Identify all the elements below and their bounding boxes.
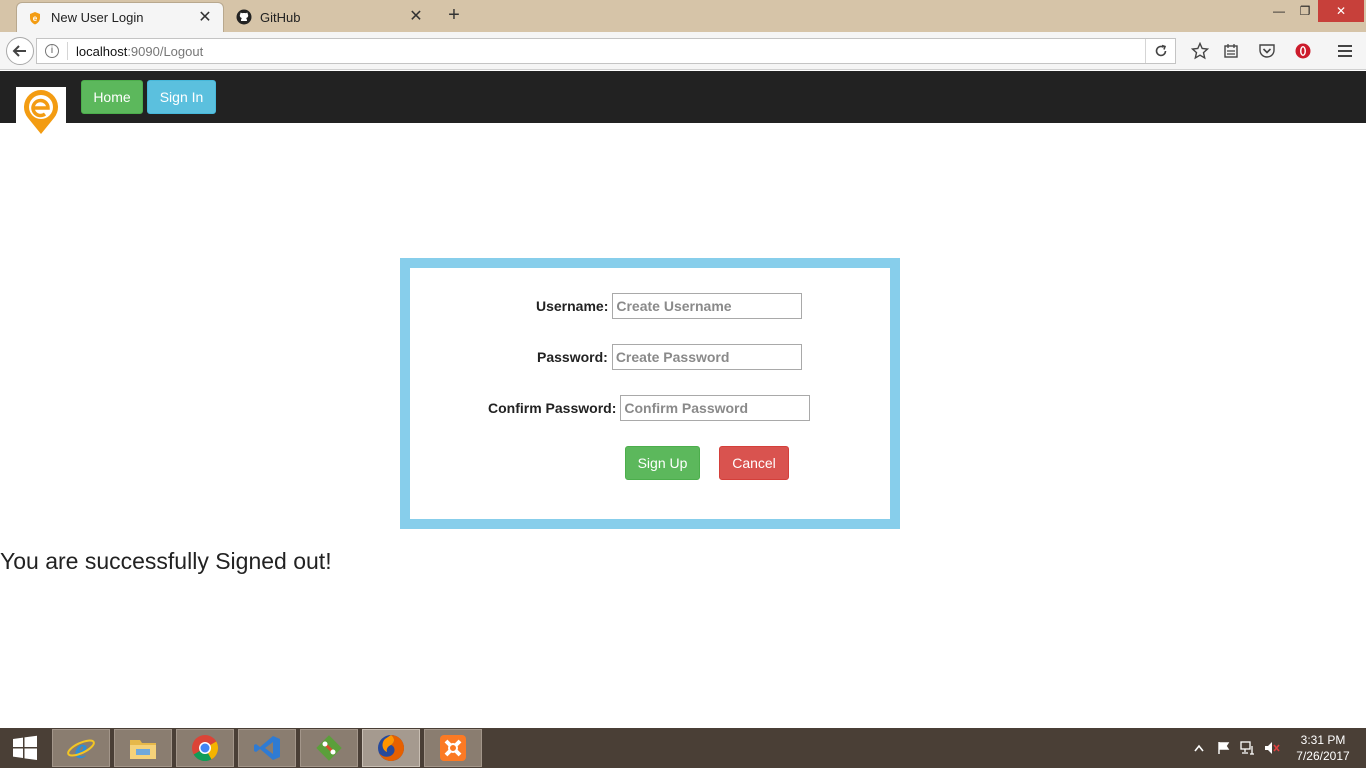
logo-pin-icon bbox=[24, 90, 58, 134]
new-tab-button[interactable]: + bbox=[442, 4, 466, 28]
home-button[interactable]: Home bbox=[81, 80, 143, 114]
firefox-icon bbox=[378, 735, 404, 761]
start-button[interactable] bbox=[0, 728, 50, 768]
taskbar-firefox[interactable] bbox=[362, 729, 420, 767]
svg-text:e: e bbox=[33, 14, 38, 23]
bookmark-star-icon[interactable] bbox=[1190, 41, 1210, 61]
taskbar-file-explorer[interactable] bbox=[114, 729, 172, 767]
password-label: Password: bbox=[537, 349, 608, 365]
confirm-password-row: Confirm Password: bbox=[488, 395, 811, 421]
taskbar-internet-explorer[interactable]: e bbox=[52, 729, 110, 767]
hamburger-menu-icon[interactable] bbox=[1335, 41, 1355, 61]
info-icon[interactable]: i bbox=[45, 44, 59, 58]
internet-explorer-icon: e bbox=[67, 734, 95, 763]
xampp-icon bbox=[440, 735, 466, 761]
password-row: Password: bbox=[537, 344, 802, 370]
url-path: :9090/Logout bbox=[127, 43, 204, 59]
tab-title: GitHub bbox=[260, 9, 301, 25]
password-input[interactable] bbox=[611, 344, 802, 370]
git-icon bbox=[316, 735, 342, 761]
opera-icon[interactable] bbox=[1293, 41, 1313, 61]
taskbar-visual-studio[interactable] bbox=[238, 729, 296, 767]
tab-github[interactable]: GitHub ✕ bbox=[226, 2, 434, 32]
window-close-button[interactable]: ✕ bbox=[1318, 0, 1364, 22]
tab-new-user-login[interactable]: e New User Login ✕ bbox=[16, 2, 224, 32]
cancel-button[interactable]: Cancel bbox=[719, 446, 789, 480]
signed-out-message: You are successfully Signed out! bbox=[0, 548, 332, 574]
tab-title: New User Login bbox=[51, 10, 144, 25]
sign-up-button[interactable]: Sign Up bbox=[625, 446, 700, 480]
network-icon[interactable] bbox=[1238, 728, 1258, 768]
pocket-icon[interactable] bbox=[1257, 41, 1277, 61]
file-explorer-icon bbox=[130, 740, 156, 759]
username-input[interactable] bbox=[612, 293, 803, 319]
volume-muted-icon[interactable] bbox=[1262, 728, 1282, 768]
action-center-flag-icon[interactable] bbox=[1214, 728, 1234, 768]
reading-list-icon[interactable] bbox=[1221, 41, 1241, 61]
windows-taskbar: e 3:31 PM 7/26/2017 bbox=[0, 728, 1366, 768]
url-separator bbox=[67, 42, 68, 60]
site-header: Home Sign In bbox=[0, 71, 1366, 137]
back-button[interactable] bbox=[6, 37, 34, 65]
site-logo[interactable] bbox=[16, 87, 66, 137]
reload-button[interactable] bbox=[1145, 39, 1175, 63]
browser-tab-bar: e New User Login ✕ GitHub ✕ + — ❐ ✕ bbox=[0, 0, 1366, 32]
username-row: Username: bbox=[536, 293, 803, 319]
svg-text:e: e bbox=[75, 734, 87, 763]
signup-form-card: Username: Password: Confirm Password: Si… bbox=[400, 258, 900, 529]
confirm-password-input[interactable] bbox=[620, 395, 811, 421]
chrome-icon bbox=[192, 735, 219, 762]
url-host: localhost bbox=[76, 43, 128, 59]
clock-time: 3:31 PM bbox=[1300, 733, 1346, 747]
visual-studio-icon bbox=[254, 736, 280, 760]
windows-logo-icon bbox=[13, 735, 37, 760]
clock-date: 7/26/2017 bbox=[1296, 749, 1350, 763]
github-icon bbox=[236, 9, 252, 25]
taskbar-clock[interactable]: 3:31 PM 7/26/2017 bbox=[1290, 732, 1356, 764]
reload-icon bbox=[1155, 44, 1166, 57]
restore-button[interactable]: ❐ bbox=[1288, 0, 1322, 22]
tab-favicon-icon: e bbox=[27, 10, 43, 26]
confirm-password-label: Confirm Password: bbox=[488, 400, 617, 416]
arrow-left-icon bbox=[12, 45, 26, 57]
sign-in-button[interactable]: Sign In bbox=[147, 80, 216, 114]
taskbar-chrome[interactable] bbox=[176, 729, 234, 767]
tab-close-icon[interactable]: ✕ bbox=[408, 9, 424, 25]
tab-close-icon[interactable]: ✕ bbox=[197, 9, 213, 26]
username-label: Username: bbox=[536, 298, 609, 314]
browser-nav-bar: i localhost:9090/Logout bbox=[0, 32, 1366, 70]
tray-show-hidden-icon[interactable] bbox=[1192, 728, 1206, 768]
taskbar-git[interactable] bbox=[300, 729, 358, 767]
url-bar[interactable]: i localhost:9090/Logout bbox=[36, 38, 1176, 64]
taskbar-xampp[interactable] bbox=[424, 729, 482, 767]
